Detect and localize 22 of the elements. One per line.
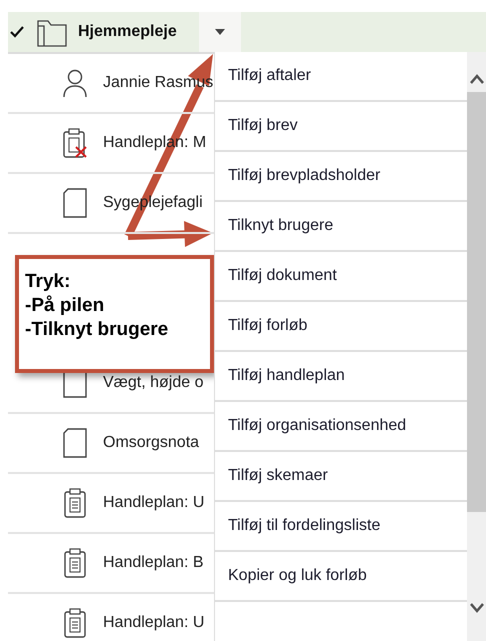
caret-icon [214,29,225,35]
callout-text: -Tilknyt brugere [25,319,170,341]
row-label: Omsorgsnota [103,434,200,452]
scrollbar[interactable] [467,52,486,641]
row-label: Handleplan: U [103,494,204,512]
dropdown-button[interactable] [198,12,241,52]
clipboard-x-icon [62,128,88,158]
document-icon [62,188,88,218]
folder-title[interactable]: Hjemmepleje [78,23,177,41]
clipboard-icon [62,608,88,638]
scroll-thumb[interactable] [467,92,486,512]
scroll-down-icon[interactable] [470,603,484,613]
row-label: Vægt, højde o [103,374,204,392]
clipboard-icon [62,548,88,578]
callout-text: -På pilen [25,295,106,317]
person-icon [62,68,88,98]
row-label: Handleplan: B [103,554,204,572]
document-icon [62,428,88,458]
scroll-up-icon[interactable] [470,74,484,84]
callout-text: Tryk: [25,271,72,293]
row-label: Handleplan: U [103,614,204,632]
clipboard-icon [62,488,88,518]
